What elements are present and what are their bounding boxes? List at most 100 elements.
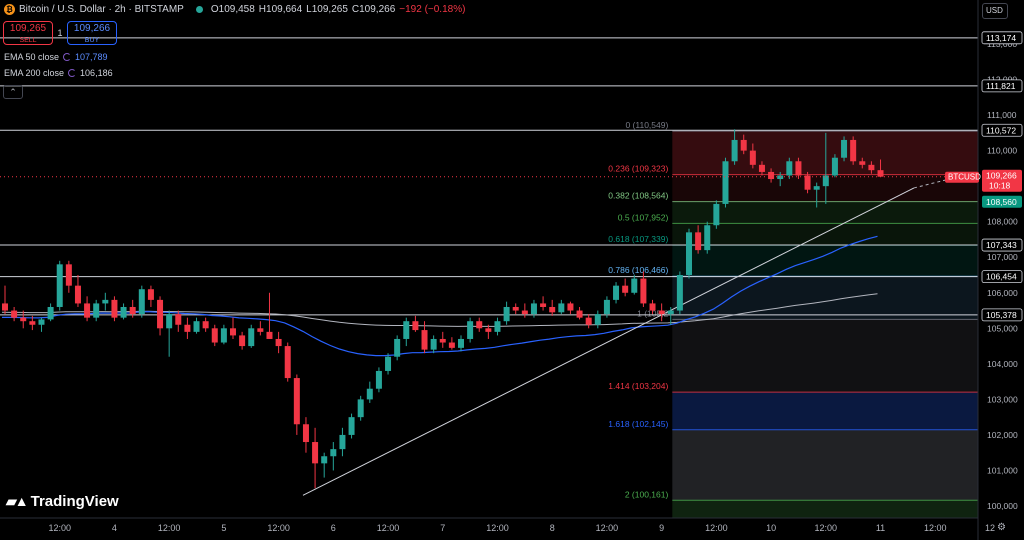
candle-body (731, 139, 738, 162)
candle-body (667, 310, 674, 315)
level-price-tag-label: 107,343 (986, 240, 1017, 250)
green-price-tag-label: 108,560 (986, 197, 1017, 207)
tradingview-logo: ▰▲ TradingView (6, 493, 119, 510)
collapse-legend-button[interactable]: ⌃ (3, 85, 23, 99)
trade-panel: 109,265 SELL 1 109,266 BUY (3, 21, 117, 45)
candle-body (768, 171, 775, 180)
candle-body (494, 321, 501, 332)
ohlc-open: O109,458 (210, 3, 255, 15)
symbol-tag-label: BTCUSD (948, 173, 981, 182)
candle-body (813, 186, 820, 190)
candle-body (603, 299, 610, 315)
fib-level-label: 1.414 (103,204) (608, 381, 668, 391)
candle-body (84, 303, 91, 318)
candle-body (676, 275, 683, 311)
fib-level-label: 0.5 (107,952) (618, 212, 669, 222)
indicator-label: EMA 50 close (4, 52, 60, 62)
brand-name: TradingView (30, 493, 119, 510)
candle-body (458, 338, 464, 348)
buy-button[interactable]: 109,266 BUY (67, 21, 117, 45)
fib-level-label: 0.786 (106,466) (608, 265, 668, 275)
price-tick-label: 106,000 (987, 288, 1018, 298)
price-chart[interactable]: 0 (110,549) 0.236 (109,323) 0.382 (108,564… (0, 0, 1024, 540)
fib-zone (672, 500, 978, 518)
sell-button[interactable]: 109,265 SELL (3, 21, 53, 45)
candle-body (467, 321, 474, 339)
price-tick-label: 102,000 (987, 430, 1018, 440)
fib-zone (672, 392, 978, 430)
candle-body (476, 321, 483, 329)
candle-body (74, 285, 81, 304)
indicator-ema50[interactable]: EMA 50 close 107,789 (4, 52, 108, 62)
settings-icon[interactable]: ⚙ (997, 522, 1006, 533)
price-tick-label: 107,000 (987, 252, 1018, 262)
fib-zone (672, 223, 978, 246)
candle-body (831, 157, 838, 176)
candle-body (102, 299, 109, 304)
candle-body (859, 161, 866, 165)
time-tick-label: 12:00 (486, 523, 509, 533)
candle-body (120, 306, 127, 318)
bar-countdown: 10:18 (989, 181, 1011, 191)
price-tick-label: 104,000 (987, 359, 1018, 369)
candle-body (521, 310, 528, 315)
tradingview-logo-icon: ▰▲ (6, 493, 29, 509)
time-tick-label: 12:00 (924, 523, 947, 533)
time-tick-label: 11 (876, 523, 885, 533)
indicator-value: 106,186 (80, 68, 113, 78)
candle-body (375, 370, 382, 389)
time-tick-label: 7 (440, 523, 445, 533)
time-tick-label: 12:00 (158, 523, 181, 533)
fib-level-label: 1.618 (102,145) (608, 419, 668, 429)
candle-body (56, 264, 63, 307)
candle-body (111, 299, 118, 318)
candle-body (585, 317, 592, 325)
fib-level-label: 0 (110,549) (625, 120, 668, 130)
fib-level-label: 2 (100,161) (625, 489, 669, 499)
candle-body (695, 232, 702, 251)
indicator-label: EMA 200 close (4, 68, 65, 78)
candle-body (594, 314, 601, 325)
buy-price: 109,266 (73, 23, 111, 34)
time-tick-label: 4 (112, 523, 117, 533)
candle-body (412, 321, 419, 331)
fib-zone (672, 131, 978, 175)
candle-body (385, 356, 392, 371)
candle-body (29, 321, 36, 325)
candle-body (166, 314, 173, 329)
candle-body (93, 303, 100, 318)
candle-body (658, 310, 665, 315)
symbol-title[interactable]: Bitcoin / U.S. Dollar · 2h · BITSTAMP (19, 4, 184, 15)
price-change: −192 (−0.18%) (399, 3, 466, 15)
candle-body (868, 164, 875, 171)
candle-body (312, 442, 319, 464)
candle-body (184, 324, 191, 332)
candle-body (65, 264, 72, 286)
time-tick-label: 12:00 (377, 523, 400, 533)
candle-body (129, 306, 136, 315)
candle-body (193, 321, 200, 332)
candle-body (749, 150, 756, 165)
time-tick-label: 10 (766, 523, 776, 533)
indicator-ema200[interactable]: EMA 200 close 106,186 (4, 68, 113, 78)
candle-body (777, 175, 784, 180)
candle-body (758, 164, 765, 172)
candle-body (877, 170, 884, 177)
fib-level-label: 0.618 (107,339) (608, 234, 668, 244)
level-price-tag-label: 110,572 (986, 125, 1016, 135)
candle-body (175, 314, 182, 325)
candle-body (220, 328, 227, 343)
fib-level-label: 0.236 (109,323) (608, 164, 668, 174)
candle-body (147, 289, 154, 300)
indicator-value: 107,789 (75, 52, 108, 62)
candle-body (202, 321, 209, 329)
price-tick-label: 110,000 (987, 146, 1017, 156)
fib-zone (672, 319, 978, 393)
time-tick-label: 12:00 (48, 523, 71, 533)
time-tick-label: 8 (550, 523, 555, 533)
quantity-value[interactable]: 1 (57, 28, 63, 38)
currency-selector[interactable]: USD (982, 3, 1008, 19)
candle-body (394, 338, 401, 357)
time-tick-label: 12:00 (705, 523, 728, 533)
candle-body (421, 330, 428, 350)
